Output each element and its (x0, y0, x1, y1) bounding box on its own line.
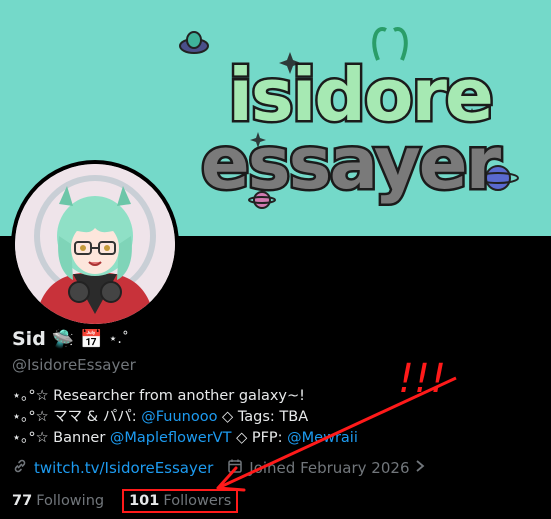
bio-line-1: ⋆｡°☆ Researcher from another galaxy~! (12, 388, 305, 404)
link-icon (12, 458, 28, 478)
annotation-exclaim: !!! (398, 356, 446, 402)
joined-text: Joined February 2026 (249, 459, 410, 477)
chevron-right-icon[interactable] (415, 459, 425, 477)
calendar-emoji: 📅 (80, 328, 103, 350)
profile-meta: twitch.tv/IsidoreEssayer Joined February… (12, 458, 425, 478)
banner-title-line2: essayer (201, 121, 502, 205)
following-label: Following (36, 493, 105, 509)
ufo-emoji: 🛸 (51, 328, 75, 350)
followers-label: Followers (163, 493, 232, 509)
bio-line-2-prefix: ⋆｡°☆ ママ & パパ: (12, 409, 142, 425)
bio-line-3-mid: ◇ PFP: (231, 430, 288, 446)
followers-link[interactable]: 101 Followers (122, 489, 239, 513)
calendar-icon (227, 458, 243, 478)
following-link[interactable]: 77 Following (12, 493, 104, 509)
sparkle-emoji: ⋆.˚ (108, 331, 129, 347)
profile-bio: ⋆｡°☆ Researcher from another galaxy~! ⋆｡… (12, 386, 358, 449)
profile-handle: @IsidoreEssayer (12, 356, 136, 374)
ufo-decoration (179, 31, 209, 54)
profile-name-row: Sid 🛸 📅 ⋆.˚ (12, 328, 129, 350)
bio-line-2-suffix: ◇ Tags: TBA (217, 409, 309, 425)
follow-stats: 77 Following 101 Followers (12, 489, 239, 513)
bio-line-2: ⋆｡°☆ ママ & パパ: @Fuunooo ◇ Tags: TBA (12, 407, 358, 428)
mention-mewraii-link[interactable]: @Mewraii (287, 430, 358, 446)
mention-fuunooo-link[interactable]: @Fuunooo (141, 409, 217, 425)
avatar-image (15, 164, 175, 324)
mention-mapleflowervt-link[interactable]: @MapleflowerVT (110, 430, 232, 446)
website-link[interactable]: twitch.tv/IsidoreEssayer (34, 459, 213, 477)
profile-name: Sid (12, 328, 46, 350)
bio-line-3: ⋆｡°☆ Banner @MapleflowerVT ◇ PFP: @Mewra… (12, 428, 358, 449)
following-count: 77 (12, 493, 33, 509)
avatar[interactable] (11, 160, 179, 328)
joined-date: Joined February 2026 (227, 458, 425, 478)
followers-count: 101 (129, 493, 160, 509)
bio-line-3-prefix: ⋆｡°☆ Banner (12, 430, 110, 446)
